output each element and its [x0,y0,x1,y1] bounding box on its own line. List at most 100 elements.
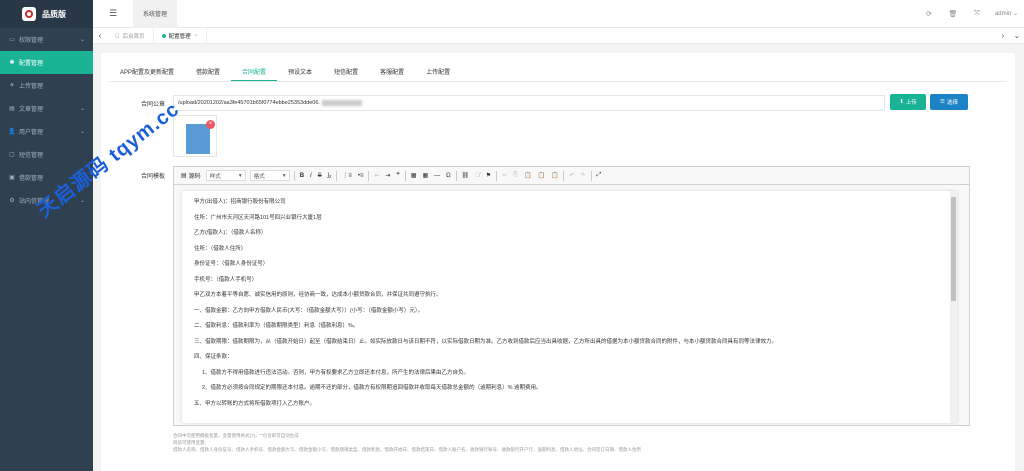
sidebar-item-icon: ▭ [9,37,15,43]
contract-paragraph: 四、保证条款： [194,354,233,360]
seal-url-input[interactable]: /upload/20201202/aa3fe45701b65f0774ebbe2… [173,95,885,111]
sidebar-item-3[interactable]: ▤ 文章管理 ⌄ [0,97,93,120]
paste-text-button[interactable]: 📋 [534,172,547,179]
contract-paragraph: 五、甲方以转账的方式将所借款项打入乙方账户。 [194,400,316,407]
sidebar-item-label: 用户管理 [19,130,44,136]
contract-paragraph: 住所：（借款人住所） [194,245,247,252]
blockquote-button[interactable]: ❞ [394,172,403,179]
style-select-label: 样式 [209,173,221,180]
topbar: ☰ 系统管理 ⟳ 🗑 ⤧ admin ⌄ [93,0,1024,28]
horizontal-rule-button[interactable]: ― [431,173,443,179]
config-tab-0[interactable]: APP配置及更新配置 [109,63,185,82]
config-tab-2[interactable]: 合同配置 [231,63,278,82]
contract-paragraph: 2、借款方必须按合同规定的期限还本付息。逾期不还的部分，借款方有权限期追回借款并… [202,385,542,391]
config-tab-6[interactable]: 上传配置 [415,63,461,82]
page-tab-home[interactable]: ◻ 后台首页 [107,27,154,44]
active-dot-icon [161,33,166,38]
source-button-label: 源码 [188,174,201,180]
contract-paragraph: 手机号：（借款人手机号） [194,276,258,283]
config-panel: APP配置及更新配置 借款配置 合同配置 预设文本 短信配置 客服配置 上传配置 合同公章 … [101,53,1015,471]
tabs-expand-icon[interactable]: ⌄ [1010,31,1024,40]
list-icon: ☰ [940,99,945,105]
sidebar-item-icon: ✈ [9,83,15,89]
seal-url-value: /upload/20201202/aa3fe45701b65f0774ebbe2… [178,100,320,106]
editor-content-area[interactable]: 甲方(出借人)：招商银行股份有限公司 住所：广州市天河区天河路101号四兴业银行大… [182,191,957,423]
sidebar: 品质版 ▭ 权限管理 ⌄ ✱ 配置管理 ✈ 上传管理 ▤ 文章管理 ⌄ 👤 用户管理 ⌄ ▢ 短信管理 ▣ 借款… [0,0,93,471]
undo-button[interactable]: ↶ [566,172,577,179]
sidebar-item-label: 上传管理 [19,84,44,90]
paste-word-button[interactable]: 📋 [548,172,561,179]
config-tab-1[interactable]: 借款配置 [185,63,231,82]
toolbar-separator [293,170,295,181]
strike-button[interactable]: S [315,173,325,179]
rich-text-editor: ▤ 源码 样式 ▾ 格式 ▾ B I S I̲ₓ ⋮≡ •≡ ⇤ ⇥ ❞ ▦ ▦ ― … [173,166,970,426]
sidebar-item-2[interactable]: ✈ 上传管理 [0,74,93,97]
unlink-button[interactable]: ⛓̸ [472,173,483,179]
editor-scrollbar[interactable] [950,191,957,423]
page-tab-config-label: 配置管理 [168,33,191,40]
italic-button[interactable]: I [307,173,315,179]
close-tab-icon[interactable]: × [195,33,198,39]
choose-button[interactable]: ☰ 选择 [930,94,968,110]
refresh-icon[interactable]: ⟳ [917,10,941,18]
toolbar-separator [336,170,338,181]
fullscreen-icon[interactable]: ⤧ [965,10,989,18]
bold-button[interactable]: B [297,173,307,179]
tabs-prev-icon[interactable]: ‹ [93,31,107,40]
format-select-label: 格式 [253,173,265,180]
style-select[interactable]: 样式 ▾ [205,170,246,181]
toolbar-separator [404,170,406,181]
tabs-divider [109,81,1007,82]
sidebar-item-icon: ▢ [9,152,15,158]
upload-icon: ⬆ [899,99,904,105]
brand-logo-icon [22,7,36,21]
user-menu[interactable]: admin ⌄ [995,10,1018,17]
sidebar-item-label: 文章管理 [19,107,44,113]
maximize-button[interactable]: ⤢ [594,172,605,179]
config-tab-5[interactable]: 客服配置 [369,63,415,82]
link-button[interactable]: ⛓ [459,172,473,179]
page-scroll-strip [1015,53,1024,471]
sidebar-item-1[interactable]: ✱ 配置管理 [0,51,93,74]
sidebar-item-label: 配置管理 [19,61,44,67]
brand: 品质版 [0,0,93,28]
cut-button[interactable]: ✂ [499,172,510,179]
chevron-down-icon: ⌄ [79,129,85,135]
upload-button-label: 上传 [905,100,917,106]
image-button[interactable]: ▦ [408,172,420,179]
seal-file-thumbnail[interactable]: × [173,115,217,157]
remove-file-icon[interactable]: × [206,120,215,129]
copy-button[interactable]: ⎘ [510,172,521,179]
sidebar-item-label: 权限管理 [19,38,44,44]
source-button[interactable]: ▤ 源码 [178,171,204,180]
sidebar-item-0[interactable]: ▭ 权限管理 ⌄ [0,28,93,51]
trash-icon[interactable]: 🗑 [941,10,965,18]
bullet-list-button[interactable]: •≡ [355,173,367,179]
toolbar-separator [368,170,370,181]
redo-button[interactable]: ↷ [577,172,588,179]
help-text-variables-list: 借款人名称、借款人身份证号、借款人手机号、借款金额大写、借款金额小写、借款期限类… [173,447,641,452]
config-tab-3[interactable]: 预设文本 [277,63,323,82]
upload-button[interactable]: ⬆ 上传 [890,94,926,110]
sidebar-item-icon: ⚙ [9,198,15,204]
remove-format-button[interactable]: I̲ₓ [325,173,335,179]
config-tab-4[interactable]: 短信配置 [323,63,369,82]
table-button[interactable]: ▦ [419,172,431,179]
paste-button[interactable]: 📋 [521,172,534,179]
page-tab-config[interactable]: 配置管理 × [154,27,207,44]
help-text-variables-usage: 合同中可使用模板变量，变量使用格式{?}，""包含即可自动生成 [173,433,299,438]
sidebar-item-4[interactable]: 👤 用户管理 ⌄ [0,120,93,143]
chevron-down-icon: ⌄ [79,37,85,43]
document-icon [186,124,210,154]
scrollbar-thumb[interactable] [951,197,956,301]
anchor-button[interactable]: ⚑ [483,172,494,179]
tabs-next-icon[interactable]: › [996,31,1010,40]
chevron-down-icon: ⌄ [79,198,85,204]
menu-toggle-icon[interactable]: ☰ [93,0,133,28]
indent-button[interactable]: ⇥ [383,172,394,179]
ordered-list-button[interactable]: ⋮≡ [339,172,355,179]
outdent-button[interactable]: ⇤ [371,172,382,179]
special-char-button[interactable]: Ω [443,173,454,179]
format-select[interactable]: 格式 ▾ [249,170,290,181]
top-tab-system[interactable]: 系统管理 [133,0,178,28]
